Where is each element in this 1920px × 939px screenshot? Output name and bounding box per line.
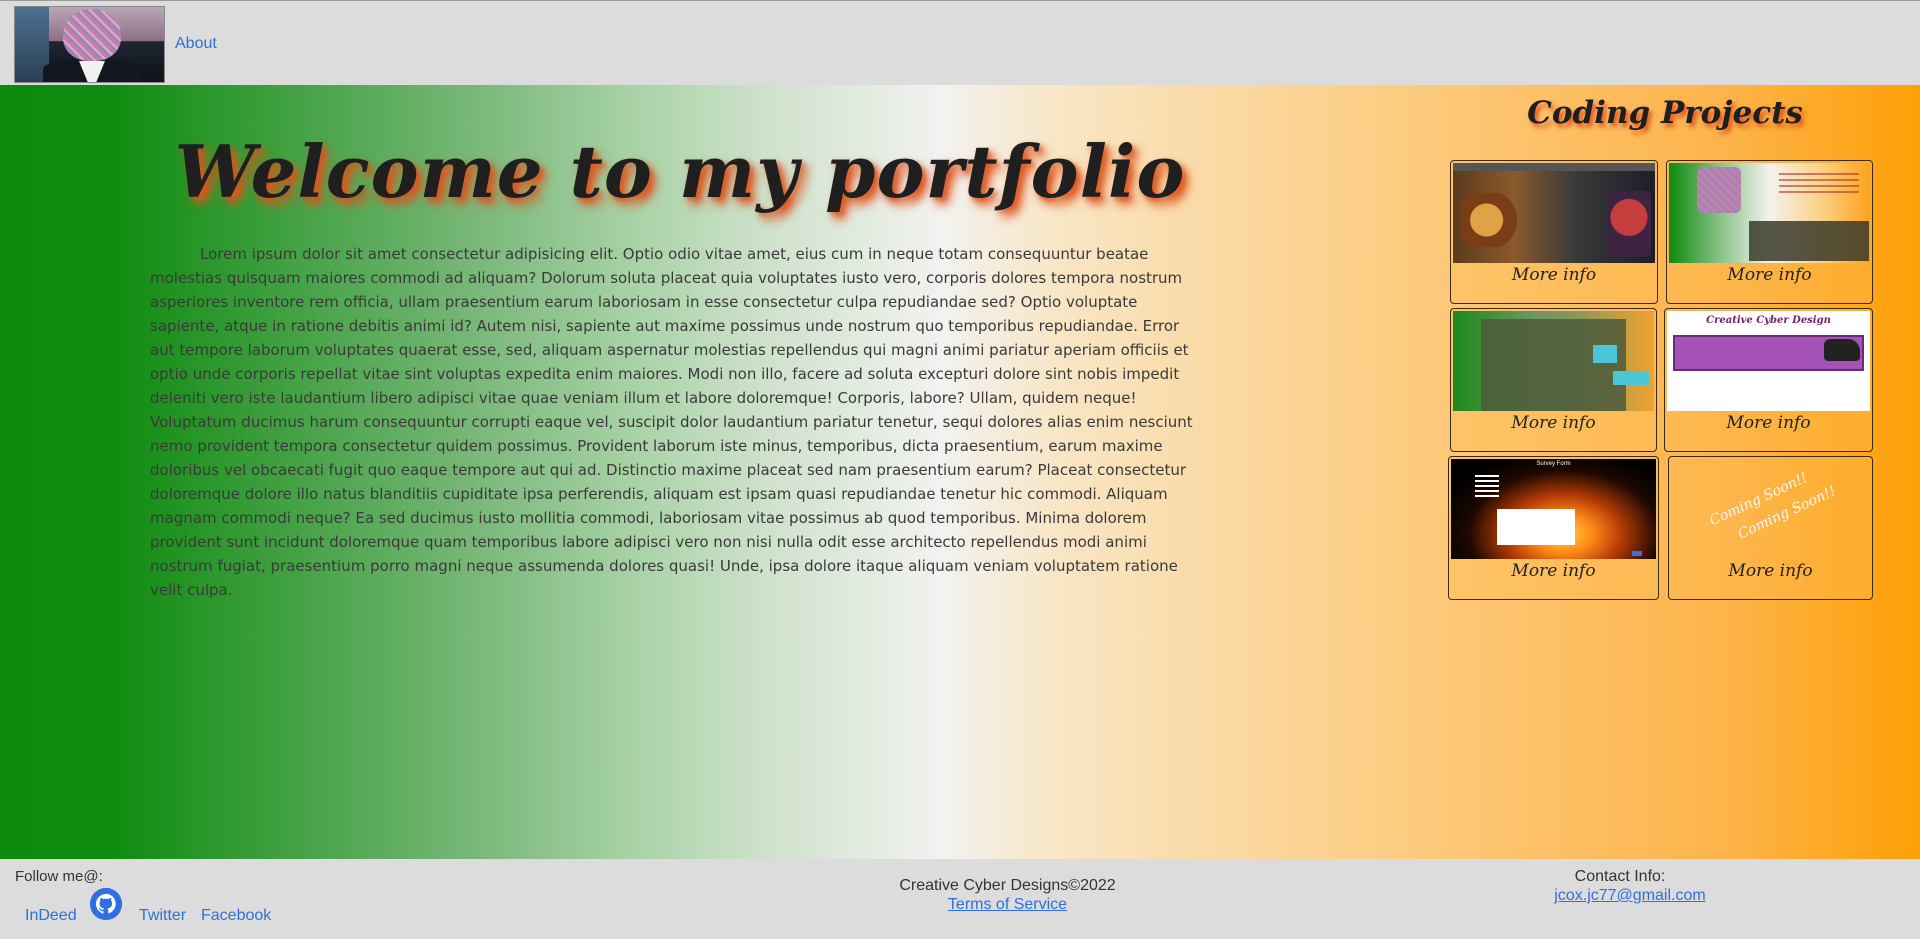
project-card-1[interactable]: More info — [1450, 160, 1658, 304]
more-info-link[interactable]: More info — [1451, 265, 1657, 285]
thumb-bar — [1453, 163, 1655, 171]
thumb-guitarist — [1607, 191, 1651, 257]
intro-paragraph: Lorem ipsum dolor sit amet consectetur a… — [150, 245, 1193, 599]
site-logo[interactable] — [14, 6, 165, 83]
project-thumbnail-5: Survey Form — [1451, 459, 1656, 559]
project-card-2[interactable]: More info — [1666, 160, 1873, 304]
project-thumbnail-1 — [1453, 163, 1655, 263]
thumb-car-image — [1824, 339, 1860, 361]
thumb-button — [1632, 551, 1642, 556]
project-thumbnail-2 — [1669, 163, 1870, 263]
logo-head — [63, 9, 121, 61]
more-info-link[interactable]: More info — [1449, 561, 1658, 581]
more-info-link[interactable]: More info — [1665, 413, 1872, 433]
contact-label: Contact Info: — [1574, 868, 1666, 885]
project-card-5[interactable]: Survey Form More info — [1448, 456, 1659, 600]
main-content: Welcome to my portfolio Lorem ipsum dolo… — [0, 85, 1920, 859]
project-thumbnail-4: Creative Cyber Design — [1667, 311, 1870, 411]
project-card-3[interactable]: More info — [1450, 308, 1657, 452]
nav-about-link[interactable]: About — [175, 35, 217, 53]
thumb-text-block — [1749, 221, 1869, 261]
top-navbar: About — [0, 0, 1920, 85]
thumb-image — [1593, 345, 1617, 363]
footer: Follow me@: InDeed Twitter Facebook Crea… — [0, 859, 1920, 939]
thumb-avatar — [1697, 167, 1741, 213]
projects-heading: Coding Projects — [1527, 95, 1803, 131]
thumb-heading-lines — [1779, 173, 1859, 197]
thumb-title: Creative Cyber Design — [1706, 315, 1831, 326]
page-title: Welcome to my portfolio — [174, 129, 1186, 214]
thumb-form-lines — [1475, 475, 1499, 497]
more-info-link[interactable]: More info — [1451, 413, 1656, 433]
thumb-title: Survey Form — [1536, 461, 1571, 467]
thumb-form-box — [1497, 509, 1575, 545]
more-info-link[interactable]: More info — [1667, 265, 1872, 285]
thumb-image — [1613, 371, 1649, 385]
project-thumbnail-3 — [1453, 311, 1654, 411]
thumb-food — [1461, 193, 1525, 247]
contact-email-link[interactable]: jcox.jc77@gmail.com — [1520, 887, 1740, 905]
more-info-link[interactable]: More info — [1669, 561, 1872, 581]
project-card-4[interactable]: Creative Cyber Design More info — [1664, 308, 1873, 452]
thumb-content — [1481, 319, 1626, 411]
project-card-6[interactable]: Coming Soon!! Coming Soon!! More info — [1668, 456, 1873, 600]
